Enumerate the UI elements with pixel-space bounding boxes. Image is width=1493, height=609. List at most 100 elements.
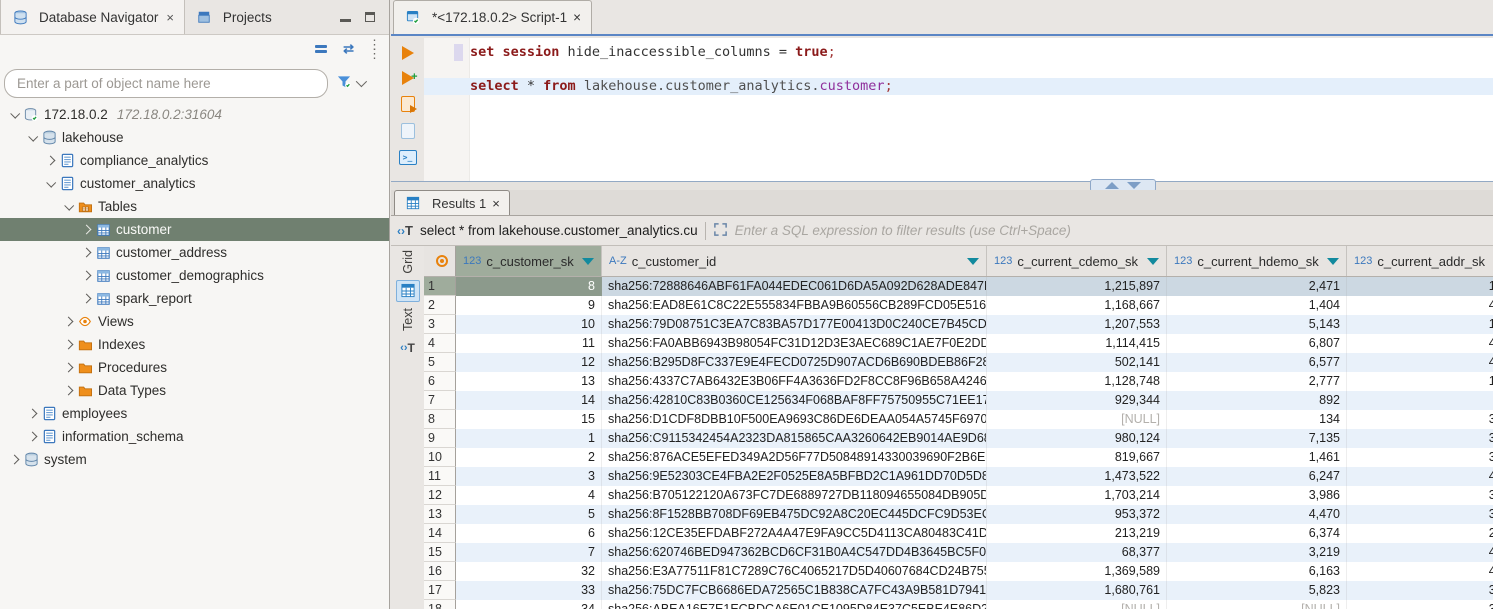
row-number[interactable]: 15 xyxy=(424,543,456,562)
tree-item-indexes[interactable]: Indexes xyxy=(0,333,389,356)
tree-item-172-18-0-2[interactable]: 172.18.0.2172.18.0.2:31604 xyxy=(0,103,389,126)
grid-cell[interactable]: 48,57 xyxy=(1347,467,1493,486)
table-row[interactable]: 411sha256:FA0ABB6943B98054FC31D12D3E3AEC… xyxy=(424,334,1493,353)
grid-cell[interactable]: 32 xyxy=(456,562,602,581)
tree-item-customer-address[interactable]: customer_address xyxy=(0,241,389,264)
row-number[interactable]: 11 xyxy=(424,467,456,486)
tree-item-customer[interactable]: customer xyxy=(0,218,389,241)
grid-cell[interactable]: 1,369,589 xyxy=(987,562,1167,581)
execute-new-tab-icon[interactable]: + xyxy=(402,71,414,85)
column-header-c_current_cdemo_sk[interactable]: 123c_current_cdemo_sk xyxy=(987,246,1167,276)
table-row[interactable]: 1632sha256:E3A77511F81C7289C76C4065217D5… xyxy=(424,562,1493,581)
row-number[interactable]: 16 xyxy=(424,562,456,581)
grid-cell[interactable]: sha256:9E52303CE4FBA2E2F0525E8A5BFBD2C1A… xyxy=(602,467,987,486)
grid-cell[interactable]: 3,986 xyxy=(1167,486,1347,505)
tree-chevron[interactable] xyxy=(60,364,76,371)
grid-cell[interactable]: sha256:620746BED947362BCD6CF31B0A4C547DD… xyxy=(602,543,987,562)
table-row[interactable]: 1834sha256:ABEA16E7E1ECBDCA6E01CE1095D84… xyxy=(424,600,1493,609)
grid-cell[interactable]: 36,36 xyxy=(1347,505,1493,524)
grid-cell[interactable]: 27,08 xyxy=(1347,524,1493,543)
tree-chevron[interactable] xyxy=(60,341,76,348)
explain-plan-icon[interactable] xyxy=(401,123,415,139)
grid-cell[interactable]: [NULL] xyxy=(987,410,1167,429)
grid-cell[interactable]: sha256:B705122120A673FC7DE6889727DB11809… xyxy=(602,486,987,505)
row-number[interactable]: 18 xyxy=(424,600,456,609)
tree-chevron[interactable] xyxy=(42,157,58,164)
table-row[interactable]: 135sha256:8F1528BB708DF69EB475DC92A8C20E… xyxy=(424,505,1493,524)
table-row[interactable]: 146sha256:12CE35EFDABF272A4A47E9FA9CC5D4… xyxy=(424,524,1493,543)
sql-code[interactable]: set session hide_inaccessible_columns = … xyxy=(470,38,1493,181)
view-menu-icon[interactable]: ⋮⋮ xyxy=(368,40,381,58)
grid-cell[interactable]: sha256:ABEA16E7E1ECBDCA6E01CE1095D84E37C… xyxy=(602,600,987,609)
tab-sql-script[interactable]: *<172.18.0.2> Script-1 × xyxy=(393,0,592,34)
tree-item-customer-analytics[interactable]: customer_analytics xyxy=(0,172,389,195)
row-number[interactable]: 14 xyxy=(424,524,456,543)
grid-cell[interactable]: sha256:FA0ABB6943B98054FC31D12D3E3AEC689… xyxy=(602,334,987,353)
grid-cell[interactable]: 12 xyxy=(456,353,602,372)
grid-cell[interactable]: 47,99 xyxy=(1347,334,1493,353)
tree-chevron[interactable] xyxy=(78,249,94,256)
grid-cell[interactable]: 6,807 xyxy=(1167,334,1347,353)
link-with-editor-icon[interactable]: ⇄ xyxy=(343,41,352,57)
row-number[interactable]: 10 xyxy=(424,448,456,467)
grid-cell[interactable]: 7,135 xyxy=(1167,429,1347,448)
grid-cell[interactable]: sha256:79D08751C3EA7C83BA57D177E00413D0C… xyxy=(602,315,987,334)
grid-cell[interactable]: 39,55 xyxy=(1347,486,1493,505)
grid-cell[interactable]: 33 xyxy=(456,581,602,600)
table-row[interactable]: 102sha256:876ACE5EFED349A2D56F77D5084891… xyxy=(424,448,1493,467)
grid-cell[interactable]: 7 xyxy=(456,543,602,562)
row-number[interactable]: 6 xyxy=(424,372,456,391)
column-header-c_current_addr_sk[interactable]: 123c_current_addr_sk xyxy=(1347,246,1493,276)
filter-placeholder[interactable]: Enter a SQL expression to filter results… xyxy=(735,223,1071,238)
grid-cell[interactable]: 1 xyxy=(456,429,602,448)
grid-cell[interactable]: 44,81 xyxy=(1347,543,1493,562)
filter-query-text[interactable]: select * from lakehouse.customer_analyti… xyxy=(420,223,698,238)
grid-cell[interactable]: 5,823 xyxy=(1167,581,1347,600)
grid-cell[interactable]: 16,59 xyxy=(1347,277,1493,296)
tree-item-procedures[interactable]: Procedures xyxy=(0,356,389,379)
grid-cell[interactable]: 953,372 xyxy=(987,505,1167,524)
editor-results-sash[interactable] xyxy=(391,181,1493,190)
tree-item-data-types[interactable]: Data Types xyxy=(0,379,389,402)
grid-cell[interactable]: sha256:4337C7AB6432E3B06FF4A3636FD2F8CC8… xyxy=(602,372,987,391)
grid-cell[interactable]: 10 xyxy=(456,315,602,334)
grid-cell[interactable]: 1,461 xyxy=(1167,448,1347,467)
grid-cell[interactable]: 1,473,522 xyxy=(987,467,1167,486)
grid-cell[interactable]: 3 xyxy=(456,467,602,486)
sql-line[interactable]: set session hide_inaccessible_columns = … xyxy=(470,44,1493,61)
grid-cell[interactable]: 47,36 xyxy=(1347,353,1493,372)
column-header-c_customer_sk[interactable]: 123c_customer_sk xyxy=(456,246,602,276)
tree-item-information-schema[interactable]: information_schema xyxy=(0,425,389,448)
execute-statement-icon[interactable] xyxy=(402,46,414,60)
text-view-icon[interactable]: ‹›T xyxy=(396,337,420,359)
tree-item-employees[interactable]: employees xyxy=(0,402,389,425)
column-filter-icon[interactable] xyxy=(582,258,594,265)
filter-funnel-icon[interactable] xyxy=(336,74,352,92)
grid-cell[interactable]: 32,43 xyxy=(1347,581,1493,600)
expand-filter-icon[interactable] xyxy=(713,222,728,240)
column-header-c_customer_id[interactable]: A-Zc_customer_id xyxy=(602,246,987,276)
close-icon[interactable]: × xyxy=(492,196,500,211)
table-row[interactable]: 512sha256:B295D8FC337E9E4FECD0725D907ACD… xyxy=(424,353,1493,372)
tree-chevron[interactable] xyxy=(78,272,94,279)
row-number[interactable]: 13 xyxy=(424,505,456,524)
tree-item-lakehouse[interactable]: lakehouse xyxy=(0,126,389,149)
chevron-down-icon[interactable] xyxy=(356,76,367,87)
grid-cell[interactable]: 1,207,553 xyxy=(987,315,1167,334)
execute-script-icon[interactable] xyxy=(401,96,415,112)
filter-sql-icon[interactable]: ‹›T xyxy=(397,223,413,238)
collapse-all-icon[interactable] xyxy=(315,43,327,56)
grid-cell[interactable]: 6,374 xyxy=(1167,524,1347,543)
grid-cell[interactable]: 6,44 xyxy=(1347,391,1493,410)
grid-cell[interactable]: 4 xyxy=(456,486,602,505)
grid-cell[interactable]: 31,65 xyxy=(1347,448,1493,467)
table-row[interactable]: 310sha256:79D08751C3EA7C83BA57D177E00413… xyxy=(424,315,1493,334)
grid-cell[interactable]: 9 xyxy=(456,296,602,315)
table-row[interactable]: 714sha256:42810C83B0360CE125634F068BAF8F… xyxy=(424,391,1493,410)
column-filter-icon[interactable] xyxy=(1327,258,1339,265)
results-grid[interactable]: 123c_customer_skA-Zc_customer_id123c_cur… xyxy=(424,246,1493,609)
tree-chevron[interactable] xyxy=(60,387,76,394)
grid-cell[interactable]: 6,163 xyxy=(1167,562,1347,581)
grid-cell[interactable]: 980,124 xyxy=(987,429,1167,448)
tree-item-system[interactable]: system xyxy=(0,448,389,471)
